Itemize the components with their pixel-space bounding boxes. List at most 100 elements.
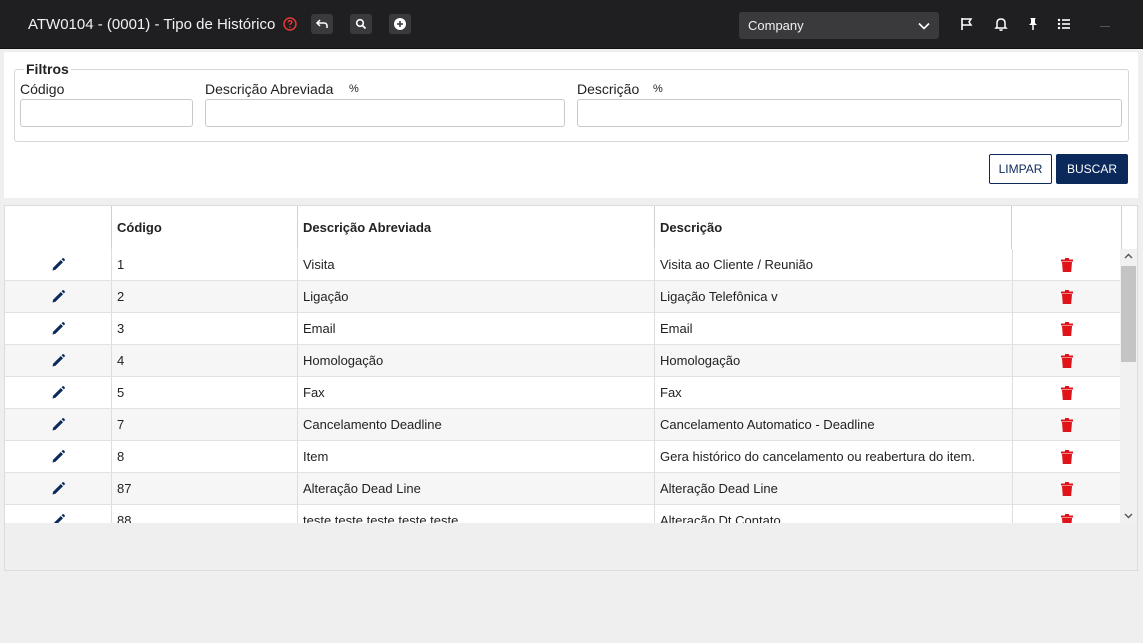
- codigo-cell: 3: [112, 313, 298, 344]
- descricao-cell: Fax: [655, 377, 1013, 408]
- desc-abrev-cell: Homologação: [298, 345, 655, 376]
- header-edit: [5, 206, 112, 249]
- delete-cell[interactable]: [1013, 473, 1120, 504]
- descricao-input[interactable]: [577, 99, 1122, 127]
- pencil-icon[interactable]: [50, 385, 66, 401]
- list-icon[interactable]: [1056, 16, 1072, 32]
- undo-arrow-icon: [315, 19, 328, 28]
- trash-icon[interactable]: [1060, 289, 1074, 305]
- chevron-up-icon[interactable]: [1124, 252, 1133, 261]
- desc-abrev-cell: Item: [298, 441, 655, 472]
- delete-cell[interactable]: [1013, 313, 1120, 344]
- descricao-cell: Alteração Dt Contato: [655, 505, 1013, 523]
- delete-cell[interactable]: [1013, 409, 1120, 440]
- delete-cell[interactable]: [1013, 505, 1120, 523]
- table-row[interactable]: 7 Cancelamento Deadline Cancelamento Aut…: [5, 409, 1120, 441]
- table-row[interactable]: 3 Email Email: [5, 313, 1120, 345]
- trash-icon[interactable]: [1060, 321, 1074, 337]
- edit-cell[interactable]: [5, 345, 112, 376]
- scroll-thumb[interactable]: [1121, 266, 1136, 362]
- grid-scrollbar[interactable]: [1120, 249, 1137, 523]
- search-button[interactable]: [350, 14, 372, 34]
- desc-abrev-label: Descrição Abreviada: [205, 81, 334, 97]
- add-button[interactable]: [389, 14, 411, 34]
- codigo-cell: 88: [112, 505, 298, 523]
- table-row[interactable]: 1 Visita Visita ao Cliente / Reunião: [5, 249, 1120, 281]
- desc-abrev-cell: Fax: [298, 377, 655, 408]
- trash-icon[interactable]: [1060, 481, 1074, 497]
- desc-abrev-cell: Ligação: [298, 281, 655, 312]
- question-circle-icon[interactable]: [283, 17, 297, 31]
- buscar-button[interactable]: BUSCAR: [1056, 154, 1128, 184]
- desc-abrev-cell: teste teste teste teste teste: [298, 505, 655, 523]
- pencil-icon[interactable]: [50, 257, 66, 273]
- filter-legend: Filtros: [24, 61, 71, 77]
- edit-cell[interactable]: [5, 409, 112, 440]
- edit-cell[interactable]: [5, 441, 112, 472]
- grid-body: 1 Visita Visita ao Cliente / Reunião 2 L…: [5, 249, 1120, 523]
- app-title: ATW0104 - (0001) - Tipo de Histórico: [28, 16, 276, 33]
- codigo-label: Código: [20, 81, 65, 97]
- edit-cell[interactable]: [5, 473, 112, 504]
- bell-icon[interactable]: [993, 16, 1009, 32]
- pencil-icon[interactable]: [50, 353, 66, 369]
- descricao-cell: Visita ao Cliente / Reunião: [655, 249, 1013, 280]
- pin-icon[interactable]: [1025, 16, 1041, 32]
- minimize-handle[interactable]: [1100, 26, 1110, 27]
- table-row[interactable]: 5 Fax Fax: [5, 377, 1120, 409]
- descricao-cell: Cancelamento Automatico - Deadline: [655, 409, 1013, 440]
- back-button[interactable]: [311, 14, 333, 34]
- codigo-cell: 4: [112, 345, 298, 376]
- company-select[interactable]: Company: [739, 12, 939, 39]
- pencil-icon[interactable]: [50, 417, 66, 433]
- delete-cell[interactable]: [1013, 441, 1120, 472]
- table-row[interactable]: 87 Alteração Dead Line Alteração Dead Li…: [5, 473, 1120, 505]
- delete-cell[interactable]: [1013, 345, 1120, 376]
- desc-abrev-cell: Alteração Dead Line: [298, 473, 655, 504]
- chevron-down-icon[interactable]: [1124, 511, 1133, 520]
- header-codigo[interactable]: Código: [112, 206, 298, 249]
- plus-circle-icon: [394, 18, 406, 30]
- descricao-cell: Gera histórico do cancelamento ou reaber…: [655, 441, 1013, 472]
- edit-cell[interactable]: [5, 377, 112, 408]
- flag-icon[interactable]: [959, 16, 975, 32]
- edit-cell[interactable]: [5, 313, 112, 344]
- table-row[interactable]: 8 Item Gera histórico do cancelamento ou…: [5, 441, 1120, 473]
- codigo-cell: 7: [112, 409, 298, 440]
- delete-cell[interactable]: [1013, 281, 1120, 312]
- header-descricao[interactable]: Descrição: [655, 206, 1012, 249]
- descricao-wildcard: %: [653, 83, 663, 95]
- trash-icon[interactable]: [1060, 417, 1074, 433]
- pencil-icon[interactable]: [50, 513, 66, 524]
- edit-cell[interactable]: [5, 249, 112, 280]
- descricao-cell: Alteração Dead Line: [655, 473, 1013, 504]
- descricao-label: Descrição: [577, 81, 640, 97]
- trash-icon[interactable]: [1060, 385, 1074, 401]
- codigo-cell: 5: [112, 377, 298, 408]
- limpar-button[interactable]: LIMPAR: [989, 154, 1052, 184]
- table-row[interactable]: 2 Ligação Ligação Telefônica v: [5, 281, 1120, 313]
- codigo-input[interactable]: [20, 99, 193, 127]
- trash-icon[interactable]: [1060, 449, 1074, 465]
- pencil-icon[interactable]: [50, 449, 66, 465]
- table-row[interactable]: 4 Homologação Homologação: [5, 345, 1120, 377]
- desc-abrev-input[interactable]: [205, 99, 565, 127]
- company-select-value: Company: [748, 18, 804, 33]
- table-row[interactable]: 88 teste teste teste teste teste Alteraç…: [5, 505, 1120, 523]
- trash-icon[interactable]: [1060, 353, 1074, 369]
- desc-abrev-wildcard: %: [349, 83, 359, 95]
- pencil-icon[interactable]: [50, 481, 66, 497]
- codigo-cell: 8: [112, 441, 298, 472]
- trash-icon[interactable]: [1060, 513, 1074, 524]
- edit-cell[interactable]: [5, 281, 112, 312]
- pencil-icon[interactable]: [50, 289, 66, 305]
- pencil-icon[interactable]: [50, 321, 66, 337]
- trash-icon[interactable]: [1060, 257, 1074, 273]
- chevron-down-icon: [918, 22, 930, 30]
- edit-cell[interactable]: [5, 505, 112, 523]
- delete-cell[interactable]: [1013, 249, 1120, 280]
- header-desc-abrev[interactable]: Descrição Abreviada: [298, 206, 655, 249]
- filter-panel: Filtros Código Descrição Abreviada % Des…: [4, 52, 1138, 198]
- delete-cell[interactable]: [1013, 377, 1120, 408]
- codigo-cell: 1: [112, 249, 298, 280]
